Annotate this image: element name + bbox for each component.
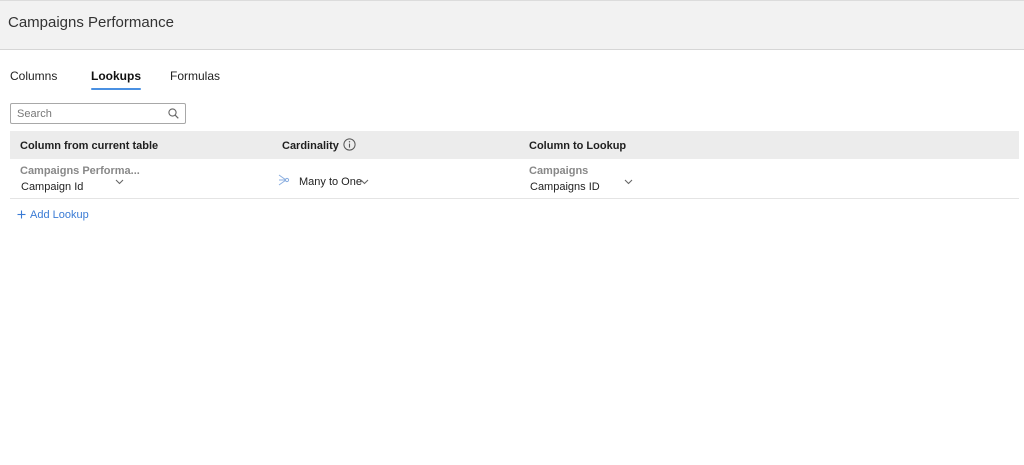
tab-columns[interactable]: Columns: [10, 69, 57, 83]
chevron-down-icon[interactable]: [115, 179, 124, 185]
chevron-down-icon[interactable]: [360, 179, 369, 185]
table-header: Column from current table Cardinality Co…: [10, 131, 1019, 159]
search-input[interactable]: [17, 106, 167, 121]
current-column-name: Campaign Id: [21, 181, 84, 193]
add-lookup-label: Add Lookup: [30, 209, 89, 221]
column-header-current-table: Column from current table: [20, 140, 159, 152]
cardinality-value: Many to One: [299, 176, 362, 188]
search-box[interactable]: [10, 103, 186, 124]
table-row: Campaigns Performa... Campaign Id Many t…: [10, 159, 1019, 199]
chevron-down-icon[interactable]: [624, 179, 633, 185]
plus-icon: [17, 210, 26, 219]
many-to-one-icon: [278, 174, 290, 186]
page-header: Campaigns Performance: [0, 0, 1024, 50]
info-icon[interactable]: [343, 138, 356, 151]
lookup-column-name: Campaigns ID: [530, 181, 600, 193]
tab-lookups[interactable]: Lookups: [91, 69, 141, 90]
tab-formulas[interactable]: Formulas: [170, 69, 220, 83]
search-icon[interactable]: [168, 108, 179, 119]
add-lookup-button[interactable]: Add Lookup: [17, 209, 89, 221]
current-table-name: Campaigns Performa...: [20, 165, 140, 177]
column-header-column-to-lookup: Column to Lookup: [529, 140, 627, 152]
column-header-cardinality: Cardinality: [282, 140, 339, 152]
lookup-table-name: Campaigns: [529, 165, 589, 177]
page-title: Campaigns Performance: [8, 14, 174, 31]
